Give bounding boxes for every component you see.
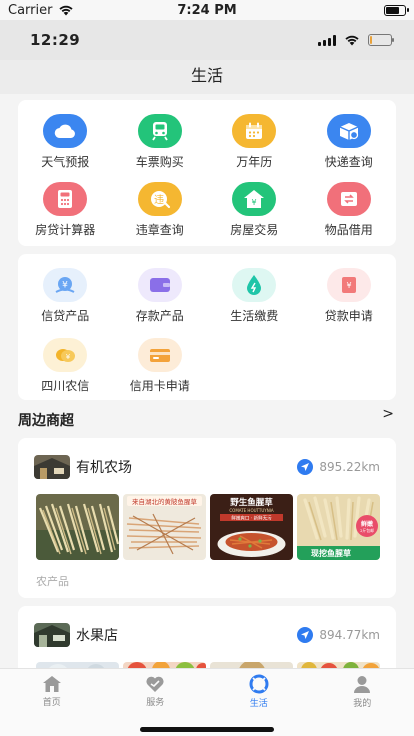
shop-distance: 894.77km [319, 628, 380, 642]
finance-card: ¥ 信贷产品 存款产品 生活缴费 ¥ 贷款申请 ¥ 四川农信 信用卡申请 [18, 254, 396, 400]
service-label: 存款产品 [135, 309, 184, 323]
shop-category: 农产品 [36, 575, 69, 588]
svg-text:¥: ¥ [66, 353, 71, 361]
thumb-subtitle-text: COMATE HOUTTUYNIA [229, 508, 274, 513]
service-calendar[interactable]: 万年历 [207, 114, 302, 170]
violation-icon: 违 [137, 182, 182, 216]
heart-icon [146, 676, 164, 692]
shop-card[interactable]: 水果店 894.77km [18, 606, 396, 668]
service-traffic-violation[interactable]: 违 违章查询 [113, 182, 208, 238]
service-train-ticket[interactable]: 车票购买 [113, 114, 208, 170]
service-label: 四川农信 [41, 379, 90, 393]
svg-text:¥: ¥ [346, 281, 351, 290]
service-label: 贷款申请 [324, 309, 373, 323]
content-scroll[interactable]: 天气预报 车票购买 万年历 快递查询 房贷计算器 违 违章查询 ¥ 房屋交易 物… [0, 94, 414, 668]
service-label: 物品借用 [324, 223, 373, 237]
battery-icon [384, 4, 409, 16]
shop-distance: 895.22km [319, 460, 380, 474]
package-icon [326, 114, 371, 148]
product-image[interactable]: 鲜嫩 2斤包邮 现挖鱼腥草 [297, 494, 380, 560]
service-house-trade[interactable]: ¥ 房屋交易 [207, 182, 302, 238]
shop-name: 水果店 [76, 628, 118, 644]
page-title: 生活 [0, 60, 414, 94]
credit-card-icon [137, 338, 182, 372]
service-express[interactable]: 快递查询 [302, 114, 397, 170]
location-arrow-icon [297, 459, 314, 475]
house-icon: ¥ [232, 182, 277, 216]
service-label: 房屋交易 [230, 223, 279, 237]
thumb-caption-text: 现挖鱼腥草 [311, 548, 351, 558]
svg-text:违: 违 [154, 194, 164, 206]
product-image[interactable]: 野生鱼腥草 COMATE HOUTTUYNIA 鲜嫩爽口 · 新鲜无污 [210, 494, 293, 560]
shop-card[interactable]: 有机农场 895.22km 来自湖北的黄陂鱼腥草 野生鱼腥草 COMATE HO… [18, 438, 396, 598]
location-arrow-icon [297, 627, 314, 643]
thumb-tag-text: 鲜嫩爽口 · 新鲜无污 [231, 515, 272, 522]
home-indicator[interactable] [140, 727, 274, 732]
coins-icon: ¥ [43, 338, 88, 372]
service-credit-card-apply[interactable]: 信用卡申请 [113, 338, 208, 394]
service-label: 信贷产品 [41, 309, 90, 323]
tab-label: 我的 [353, 698, 372, 709]
app-status-bar: 12:29 [0, 20, 414, 60]
tab-home[interactable]: 首页 [0, 669, 104, 713]
service-utility-payment[interactable]: 生活缴费 [207, 268, 302, 324]
shop-logo [34, 455, 70, 479]
signal-icon [318, 34, 336, 46]
service-label: 天气预报 [41, 155, 90, 169]
service-loan-application[interactable]: ¥ 贷款申请 [302, 268, 397, 324]
service-mortgage-calculator[interactable]: 房贷计算器 [18, 182, 113, 238]
life-ring-icon [249, 674, 269, 693]
wifi-icon [59, 5, 74, 16]
thumb-title-text: 野生鱼腥草 [230, 497, 273, 508]
service-label: 违章查询 [135, 223, 184, 237]
credit-icon: ¥ [43, 268, 88, 302]
shop-logo [34, 623, 70, 647]
services-card: 天气预报 车票购买 万年历 快递查询 房贷计算器 违 违章查询 ¥ 房屋交易 物… [18, 100, 396, 246]
water-drop-icon [232, 268, 277, 302]
thumb-badge-text: 鲜嫩 [361, 520, 374, 528]
service-label: 信用卡申请 [129, 379, 190, 393]
chevron-right-icon[interactable]: > [382, 406, 394, 422]
tab-label: 生活 [249, 698, 268, 709]
tab-mine[interactable]: 我的 [311, 669, 414, 713]
service-credit-products[interactable]: ¥ 信贷产品 [18, 268, 113, 324]
carrier-label: Carrier [8, 2, 53, 18]
shop-name: 有机农场 [76, 460, 132, 476]
tab-label: 首页 [42, 697, 61, 708]
device-status-bar: Carrier 7:24 PM [0, 0, 414, 20]
battery-icon [368, 34, 394, 46]
thumb-badge-sub-text: 2斤包邮 [360, 528, 374, 533]
service-label: 万年历 [236, 155, 273, 169]
wallet-icon [137, 268, 182, 302]
loan-form-icon: ¥ [326, 268, 371, 302]
tab-life[interactable]: 生活 [207, 669, 311, 713]
service-deposit-products[interactable]: 存款产品 [113, 268, 208, 324]
train-icon [137, 114, 182, 148]
app-time: 12:29 [30, 31, 81, 49]
svg-text:¥: ¥ [252, 198, 257, 207]
wifi-icon [345, 35, 359, 46]
product-image[interactable]: 来自湖北的黄陂鱼腥草 [123, 494, 206, 560]
cloud-icon [43, 114, 88, 148]
tab-label: 服务 [146, 697, 165, 708]
user-icon [354, 675, 371, 693]
service-label: 快递查询 [324, 155, 373, 169]
home-icon [42, 675, 61, 692]
section-title-nearby: 周边商超 [18, 413, 74, 429]
product-image[interactable] [36, 494, 119, 560]
borrow-icon [326, 182, 371, 216]
calendar-icon [232, 114, 277, 148]
service-sichuan-rural-credit[interactable]: ¥ 四川农信 [18, 338, 113, 394]
calculator-icon [43, 182, 88, 216]
service-weather[interactable]: 天气预报 [18, 114, 113, 170]
service-label: 房贷计算器 [35, 223, 96, 237]
tab-bar: 首页 服务 生活 我的 [0, 668, 414, 736]
thumb-banner-text: 来自湖北的黄陂鱼腥草 [132, 497, 198, 506]
service-item-borrow[interactable]: 物品借用 [302, 182, 397, 238]
tab-service[interactable]: 服务 [104, 669, 208, 713]
service-label: 车票购买 [135, 155, 184, 169]
service-label: 生活缴费 [230, 309, 279, 323]
